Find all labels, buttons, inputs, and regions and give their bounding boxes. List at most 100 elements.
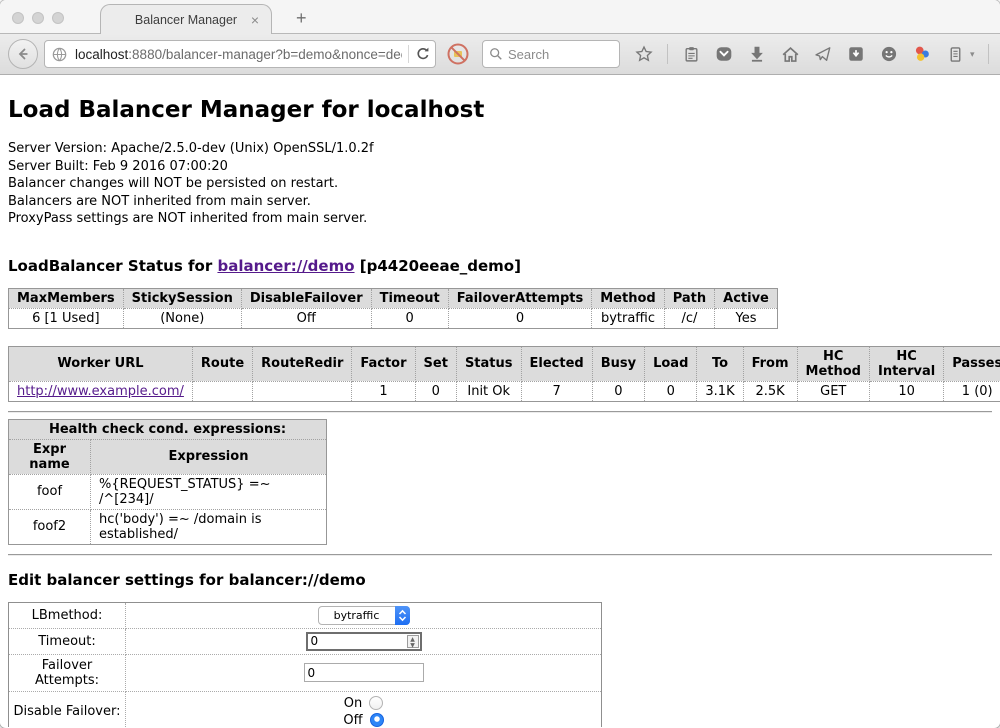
- worker-data-row: http://www.example.com/ 1 0 Init Ok 7 0 …: [9, 381, 1000, 401]
- pocket-button[interactable]: [714, 44, 734, 64]
- cell-factor: 1: [352, 381, 415, 401]
- timeout-label: Timeout:: [9, 628, 126, 654]
- divider: [8, 411, 992, 413]
- downloads-button[interactable]: [747, 44, 767, 64]
- radio-on-option[interactable]: On: [130, 695, 597, 712]
- col-to: To: [697, 346, 743, 381]
- failover-attempts-label: Failover Attempts:: [9, 654, 126, 691]
- cell-method: bytraffic: [592, 308, 664, 328]
- col-path: Path: [664, 288, 714, 308]
- col-busy: Busy: [592, 346, 644, 381]
- cell-elected: 7: [521, 381, 592, 401]
- cell-path: /c/: [664, 308, 714, 328]
- reload-icon[interactable]: [415, 46, 431, 62]
- lbmethod-select[interactable]: bytraffic: [318, 606, 410, 625]
- col-routeredir: RouteRedir: [253, 346, 352, 381]
- tab-balancer-manager[interactable]: Balancer Manager ×: [100, 4, 272, 34]
- radio-off-button[interactable]: [370, 713, 384, 727]
- cell-expr-name: foof: [9, 474, 91, 509]
- disable-failover-label: Disable Failover:: [9, 691, 126, 727]
- clipboard-icon: [683, 46, 700, 63]
- health-row-foof: foof %{REQUEST_STATUS} =~ /^[234]/: [9, 474, 327, 509]
- chat-button[interactable]: [879, 44, 899, 64]
- home-button[interactable]: [780, 44, 800, 64]
- col-route: Route: [192, 346, 252, 381]
- paper-plane-icon: [814, 45, 832, 63]
- col-factor: Factor: [352, 346, 415, 381]
- cell-hc-interval: 10: [869, 381, 943, 401]
- bookmark-star-button[interactable]: [634, 44, 654, 64]
- cell-route: [192, 381, 252, 401]
- colored-dots-icon: [913, 45, 931, 63]
- server-version-line: Server Version: Apache/2.5.0-dev (Unix) …: [8, 140, 992, 158]
- server-info: Server Version: Apache/2.5.0-dev (Unix) …: [8, 140, 992, 228]
- download-arrow-icon: [748, 45, 766, 63]
- col-hc-method: HC Method: [797, 346, 869, 381]
- search-icon: [489, 47, 503, 61]
- col-method: Method: [592, 288, 664, 308]
- window-controls[interactable]: [12, 12, 64, 24]
- lbmethod-selected-value: bytraffic: [319, 609, 395, 622]
- smiley-icon: [880, 45, 898, 63]
- back-arrow-icon: [15, 46, 31, 62]
- col-failoverattempts: FailoverAttempts: [448, 288, 592, 308]
- send-button[interactable]: [813, 44, 833, 64]
- plugin-blocked-icon[interactable]: [446, 42, 470, 66]
- chevron-down-icon[interactable]: ▾: [970, 49, 975, 60]
- minimize-window-button[interactable]: [32, 12, 44, 24]
- notes-panel-button[interactable]: [945, 44, 965, 64]
- col-expression: Expression: [91, 439, 327, 474]
- toolbar-icons: ▾: [634, 44, 1000, 64]
- tab-bar: Balancer Manager × +: [0, 0, 1000, 34]
- lbmethod-label: LBmethod:: [9, 602, 126, 628]
- cell-load: 0: [645, 381, 697, 401]
- star-icon: [635, 45, 653, 63]
- extension-colored-dots-button[interactable]: [912, 44, 932, 64]
- panel-list-icon: [947, 46, 964, 63]
- radio-on-label: On: [344, 696, 362, 711]
- reading-list-button[interactable]: [681, 44, 701, 64]
- radio-off-option[interactable]: Off: [130, 712, 597, 728]
- timeout-input[interactable]: [306, 632, 422, 651]
- url-text[interactable]: localhost:8880/balancer-manager?b=demo&n…: [75, 47, 402, 62]
- cell-expression: hc('body') =~ /domain is established/: [91, 509, 327, 544]
- col-stickysession: StickySession: [123, 288, 241, 308]
- close-window-button[interactable]: [12, 12, 24, 24]
- col-expr-name: Expr name: [9, 439, 91, 474]
- tab-title: Balancer Manager: [135, 13, 237, 27]
- page-content: Load Balancer Manager for localhost Serv…: [0, 75, 1000, 727]
- col-hc-interval: HC Interval: [869, 346, 943, 381]
- radio-off-label: Off: [343, 713, 362, 728]
- cell-failoverattempts: 0: [448, 308, 592, 328]
- worker-url-link[interactable]: http://www.example.com/: [17, 384, 184, 399]
- proxypass-note-line: ProxyPass settings are NOT inherited fro…: [8, 210, 992, 228]
- search-box[interactable]: [482, 40, 620, 68]
- col-maxmembers: MaxMembers: [9, 288, 124, 308]
- back-button[interactable]: [8, 39, 38, 69]
- cell-passes: 1 (0): [944, 381, 1000, 401]
- addon-download-button[interactable]: [846, 44, 866, 64]
- lbmethod-row: LBmethod: bytraffic: [9, 602, 602, 628]
- number-stepper-icon[interactable]: ▲▼: [407, 635, 419, 648]
- balancer-demo-link[interactable]: balancer://demo: [217, 257, 354, 275]
- balancer-data-row: 6 [1 Used] (None) Off 0 0 bytraffic /c/ …: [9, 308, 778, 328]
- worker-status-table: Worker URL Route RouteRedir Factor Set S…: [8, 346, 1000, 402]
- failover-attempts-input[interactable]: [304, 663, 424, 682]
- col-disablefailover: DisableFailover: [241, 288, 371, 308]
- url-host: localhost: [75, 47, 128, 62]
- cell-expression: %{REQUEST_STATUS} =~ /^[234]/: [91, 474, 327, 509]
- search-input[interactable]: [508, 47, 608, 62]
- tab-close-icon[interactable]: ×: [251, 13, 259, 27]
- col-set: Set: [415, 346, 456, 381]
- new-tab-button[interactable]: +: [290, 8, 313, 33]
- cell-to: 3.1K: [697, 381, 743, 401]
- radio-on-button[interactable]: [369, 696, 383, 710]
- url-bar[interactable]: localhost:8880/balancer-manager?b=demo&n…: [44, 40, 436, 68]
- col-active: Active: [715, 288, 778, 308]
- cell-hc-method: GET: [797, 381, 869, 401]
- cell-stickysession: (None): [123, 308, 241, 328]
- plugin-blocked-glyph: [446, 42, 470, 66]
- status-heading-bracket: [p4420eeae_demo]: [355, 257, 521, 275]
- col-passes: Passes: [944, 346, 1000, 381]
- zoom-window-button[interactable]: [52, 12, 64, 24]
